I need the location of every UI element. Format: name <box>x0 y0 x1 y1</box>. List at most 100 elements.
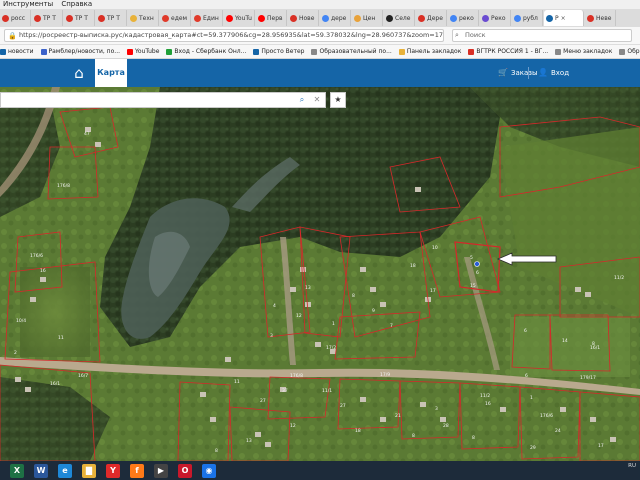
explorer-taskbar-icon[interactable]: ▇ <box>82 463 96 478</box>
menu-bar: Инструменты Справка <box>0 0 640 9</box>
orders-link[interactable]: 🛒 Заказы <box>498 59 538 87</box>
media-icon-glyph: ▶ <box>157 466 165 475</box>
tab-favicon-icon <box>322 14 329 22</box>
parcel-number-label: 8 <box>592 341 595 347</box>
bookmark-item[interactable]: Меню закладок <box>555 48 612 55</box>
building <box>225 357 231 362</box>
word-taskbar-icon[interactable]: W <box>34 463 48 478</box>
building <box>290 287 296 292</box>
parcel-number-label: 16/7 <box>78 373 88 379</box>
bookmark-label: YouTube <box>135 48 160 55</box>
yandex-taskbar-icon[interactable]: Y <box>106 463 120 478</box>
parcel-number-label: 6 <box>524 328 527 334</box>
parcel-number-label: 12 <box>290 423 296 429</box>
browser-tab[interactable]: росс <box>0 10 31 26</box>
tab-favicon-icon <box>587 14 594 22</box>
tab-favicon-icon <box>34 14 41 22</box>
browser-tab[interactable]: Р × <box>544 10 584 26</box>
star-icon[interactable]: ★ <box>330 92 346 108</box>
browser-tab[interactable]: Техн <box>128 10 159 26</box>
satellite-map-canvas[interactable]: 47176/8161110/4176/616/116/7234121310181… <box>0 87 640 461</box>
parcel-number-label: 21 <box>395 413 401 419</box>
bookmark-item[interactable]: новости <box>0 48 34 55</box>
cadastral-map[interactable]: 47 176/8 16 11 10/4 176/6 16/1 16/7 2 3 4 12 13 10 18 1… <box>0 87 640 461</box>
parcel-number-label: 13 <box>305 285 311 291</box>
clear-icon[interactable]: ✕ <box>310 94 324 106</box>
browser-tab[interactable]: TP T <box>64 10 95 26</box>
browser-tab[interactable]: TP T <box>96 10 127 26</box>
browser-tab[interactable]: Селе <box>384 10 415 26</box>
browser-tab[interactable]: Цен <box>352 10 383 26</box>
browser-tab[interactable]: Нове <box>288 10 319 26</box>
firefox-taskbar-icon[interactable]: f <box>130 463 144 478</box>
menu-tools[interactable]: Инструменты <box>0 0 56 8</box>
parcel-number-label: 1 <box>332 321 335 327</box>
parcel-number-label: 176/6 <box>540 413 553 419</box>
edge-taskbar-icon[interactable]: e <box>58 463 72 478</box>
bookmark-item[interactable]: Панель закладок <box>398 48 461 55</box>
bookmark-item[interactable]: Просто Ветер <box>253 48 304 55</box>
bookmark-item[interactable]: YouTube <box>127 48 159 55</box>
parcel-number-label: 27 <box>260 398 266 404</box>
tab-label: Нове <box>299 14 315 22</box>
url-field[interactable]: 🔒 https://росреестр-выписка.рус/кадастро… <box>4 29 444 42</box>
browser-tab[interactable]: реко <box>448 10 479 26</box>
parcel-number-label: 1 <box>530 395 533 401</box>
bookmark-item[interactable]: Вход - Сбербанк Онл... <box>166 48 246 55</box>
browser-tab[interactable]: Неве <box>585 10 616 26</box>
parcel-number-label: 10/4 <box>16 318 26 324</box>
close-tab-icon[interactable]: × <box>561 15 566 22</box>
user-icon: 👤 <box>538 68 548 77</box>
browser-tab[interactable]: Дере <box>416 10 447 26</box>
map-tab[interactable]: Карта <box>95 59 127 87</box>
browser-tab[interactable]: Реко <box>480 10 511 26</box>
browser-tab[interactable]: дере <box>320 10 351 26</box>
search-icon[interactable]: ⌕ <box>295 94 309 106</box>
parcel-number-label: 6 <box>476 270 479 276</box>
browser-search-field[interactable]: ⌕ Поиск <box>452 29 632 42</box>
bookmark-item[interactable]: Рамблер/новости, по... <box>40 48 121 55</box>
location-marker-icon[interactable] <box>474 261 480 267</box>
browser-tab[interactable]: Перв <box>256 10 287 26</box>
tab-favicon-icon <box>546 14 553 22</box>
browser-tab[interactable]: едем <box>160 10 191 26</box>
tab-favicon-icon <box>418 14 425 22</box>
tab-favicon-icon <box>130 14 137 22</box>
building <box>360 397 366 402</box>
bookmark-item[interactable]: Образовательный по... <box>619 48 640 55</box>
menu-help[interactable]: Справка <box>58 0 95 8</box>
orders-label: Заказы <box>510 69 538 77</box>
opera-taskbar-icon[interactable]: O <box>178 463 192 478</box>
parcel-number-label: 3 <box>435 406 438 412</box>
bookmark-favicon-icon <box>253 48 260 55</box>
building <box>420 402 426 407</box>
language-indicator[interactable]: RU <box>628 463 636 469</box>
browser-tab[interactable]: Един <box>192 10 223 26</box>
tab-label: Реко <box>491 14 506 22</box>
parcel-number-label: 24 <box>555 428 561 434</box>
building <box>30 297 36 302</box>
parcel-number-label: 7 <box>390 323 393 329</box>
home-icon[interactable]: ⌂ <box>68 63 90 83</box>
browser-tab[interactable]: TP T <box>32 10 63 26</box>
parcel-number-label: 4 <box>273 303 276 309</box>
login-link[interactable]: 👤 Вход <box>538 59 569 87</box>
chrome-taskbar-icon[interactable]: ◉ <box>202 463 216 478</box>
building <box>380 302 386 307</box>
bookmark-label: Просто Ветер <box>261 48 305 55</box>
building <box>560 407 566 412</box>
excel-taskbar-icon[interactable]: X <box>10 463 24 478</box>
media-taskbar-icon[interactable]: ▶ <box>154 463 168 478</box>
bookmark-label: Рамблер/новости, по... <box>48 48 121 55</box>
tab-label: Перв <box>267 14 283 22</box>
tab-label: реко <box>459 14 474 22</box>
browser-tab[interactable]: YouTu <box>224 10 255 26</box>
parcel-number-label: 17 <box>430 288 436 294</box>
parcel-number-label: 8 <box>215 448 218 454</box>
map-search-input[interactable] <box>3 94 289 106</box>
bookmark-item[interactable]: ВГТРК РОССИЯ 1 - ВГ... <box>468 48 548 55</box>
tab-favicon-icon <box>290 14 297 22</box>
parcel-number-label: 18 <box>410 263 416 269</box>
bookmark-item[interactable]: Образовательный по... <box>311 48 392 55</box>
browser-tab[interactable]: рубл <box>512 10 543 26</box>
